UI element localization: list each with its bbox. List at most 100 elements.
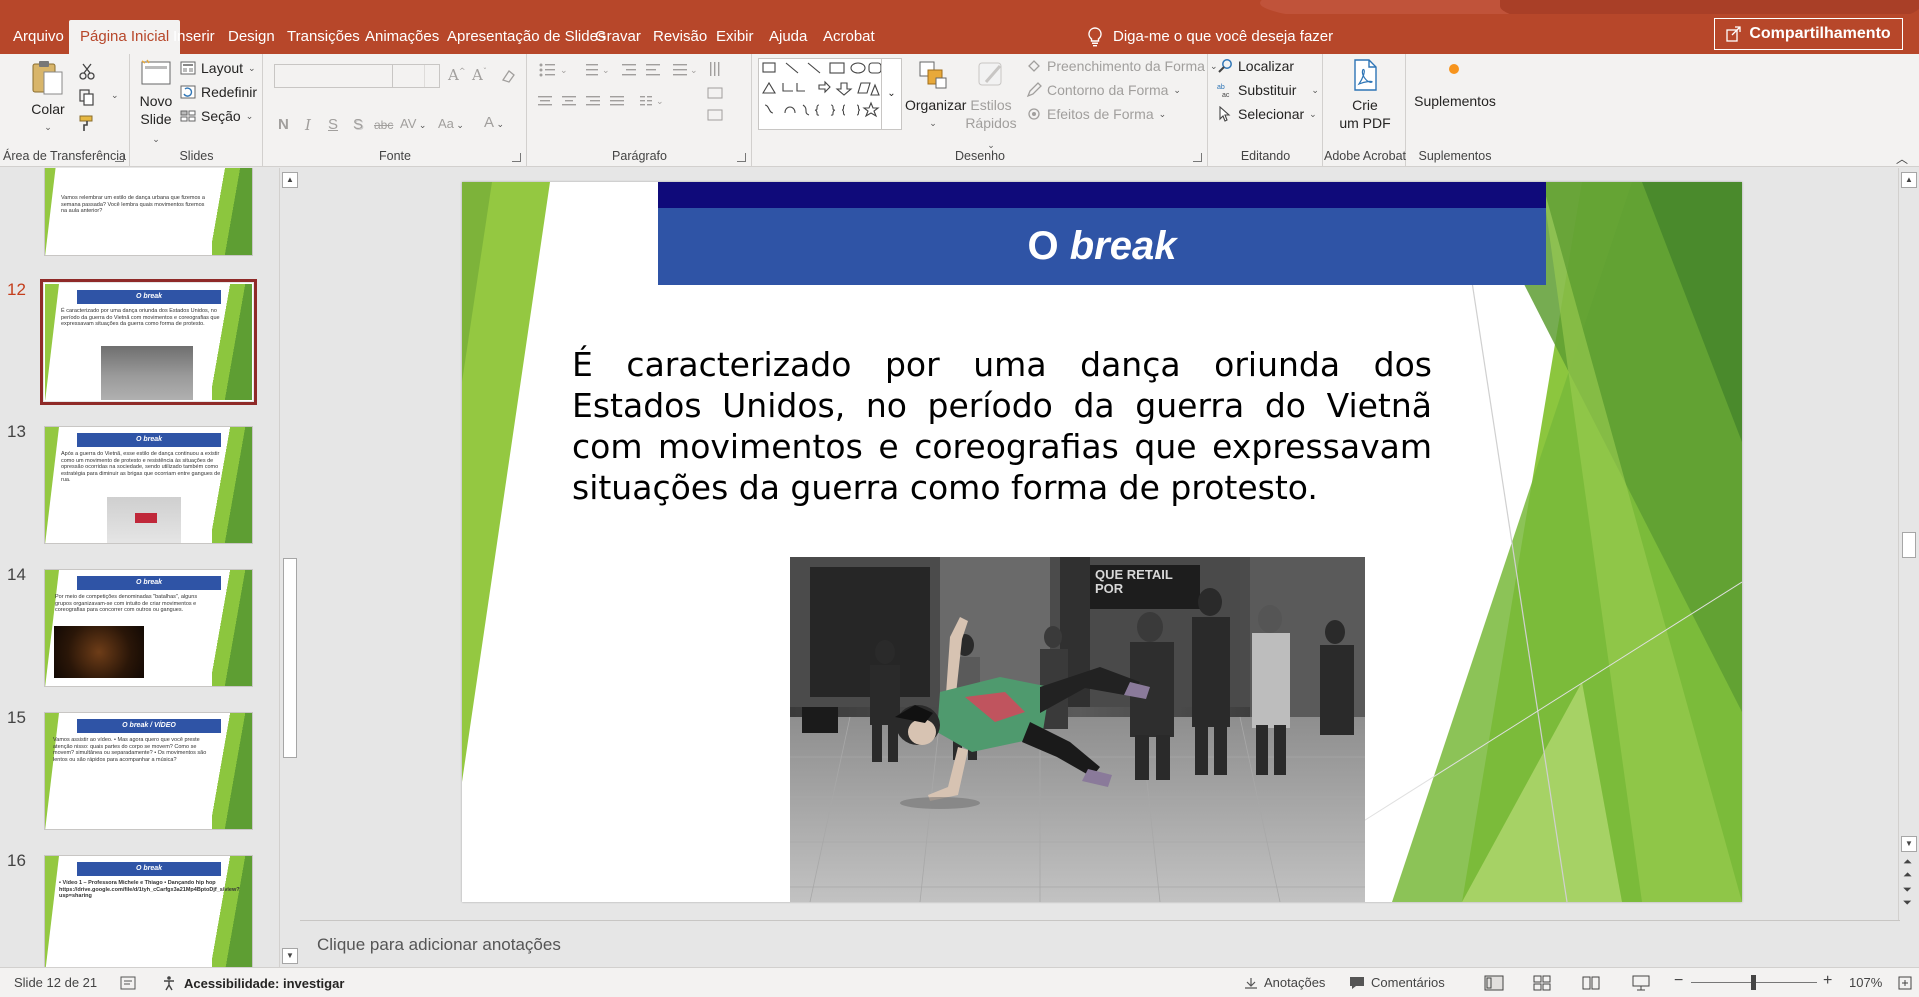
create-pdf-button[interactable]: Crie um PDF	[1332, 58, 1398, 132]
copy-icon[interactable]	[78, 88, 96, 106]
slide-sorter-icon[interactable]	[1533, 975, 1551, 991]
quick-styles-button[interactable]: Estilos Rápidos ⌄	[961, 58, 1021, 154]
slide-number: 12	[7, 280, 26, 299]
bold-button[interactable]: N	[278, 116, 289, 133]
current-slide[interactable]: O break É caracterizado por uma dança or…	[462, 182, 1742, 902]
zoom-in-icon[interactable]: +	[1823, 972, 1832, 990]
fit-to-window-icon[interactable]	[1897, 975, 1913, 991]
dialog-launcher-icon[interactable]	[1193, 153, 1202, 162]
ribbon: Colar ⌄ ⌄ Área de Transferência Novo Sli…	[0, 54, 1919, 167]
slide-body-text[interactable]: É caracterizado por uma dança oriunda do…	[572, 344, 1432, 508]
paint-bucket-icon	[1028, 60, 1040, 72]
slide-title[interactable]: O break	[658, 208, 1546, 285]
scroll-up-icon[interactable]: ▲	[1901, 172, 1917, 188]
cursor-arrow-icon	[1219, 106, 1231, 122]
new-slide-icon	[141, 59, 171, 85]
chevron-down-icon: ⌄	[44, 122, 52, 132]
share-icon	[1726, 26, 1741, 42]
next-slide-icon[interactable]: ⏷ ⏷	[1903, 884, 1912, 910]
slide-thumbnail-16[interactable]: O break • Vídeo 1 – Professora Michele e…	[44, 855, 253, 967]
clear-formatting-icon[interactable]	[500, 68, 516, 84]
accessibility-status[interactable]: Acessibilidade: investigar	[162, 975, 344, 991]
shadow-button[interactable]: S	[353, 116, 363, 133]
notes-toggle[interactable]: Anotações	[1244, 975, 1325, 990]
editing-group-label: Editando	[1240, 149, 1291, 163]
strikethrough-button[interactable]: abc	[374, 118, 393, 132]
slides-group-label: Slides	[179, 149, 214, 163]
font-size-combo[interactable]	[392, 64, 440, 88]
pdf-icon	[1354, 59, 1377, 91]
decrease-font-icon[interactable]: Aˇ	[472, 66, 487, 84]
italic-button[interactable]: I	[305, 116, 311, 134]
addins-button[interactable]: Suplementos	[1409, 58, 1501, 110]
slide-thumbnail-12[interactable]: O break É caracterizado por uma dança or…	[40, 279, 257, 405]
replace-button[interactable]: ab ac Substituir ⌄	[1217, 82, 1319, 98]
shapes-more-icon[interactable]: ⌄	[881, 59, 901, 129]
notes-pane[interactable]: Clique para adicionar anotações	[300, 920, 1900, 967]
editor-scrollbar[interactable]: ▲ ▼ ⏶ ⏶ ⏷ ⏷	[1898, 168, 1919, 967]
comments-toggle[interactable]: Comentários	[1349, 975, 1445, 990]
scroll-down-icon[interactable]: ▼	[1901, 836, 1917, 852]
zoom-out-icon[interactable]: −	[1674, 972, 1683, 990]
breakdancer-photo[interactable]: QUE RETAIL POR	[790, 557, 1365, 902]
increase-font-icon[interactable]: A^	[448, 66, 466, 84]
slide-thumbnail-14[interactable]: O break Por meio de competições denomina…	[44, 569, 253, 687]
reset-button[interactable]: Redefinir	[180, 84, 257, 100]
dialog-launcher-icon[interactable]	[737, 153, 746, 162]
organize-button[interactable]: Organizar ⌄	[905, 58, 967, 132]
thumbnail-scrollbar[interactable]: ▲ ▼	[279, 168, 299, 967]
slide-thumbnail-15[interactable]: O break / VÍDEO Vamos assistir ao vídeo.…	[44, 712, 253, 830]
chevron-down-icon[interactable]: ⌄	[111, 90, 119, 101]
bullets-icon[interactable]: ⌄ ⌄ ⌄ ⌄	[538, 60, 738, 140]
dialog-launcher-icon[interactable]	[115, 153, 124, 162]
notes-icon	[1245, 977, 1257, 989]
cut-icon[interactable]	[78, 62, 96, 80]
tab-exibir[interactable]: Exibir	[705, 20, 765, 54]
slide-thumbnail-13[interactable]: O break Após a guerra do Vietnã, esse es…	[44, 426, 253, 544]
format-painter-icon[interactable]	[78, 114, 96, 132]
tab-arquivo[interactable]: Arquivo	[2, 20, 75, 54]
share-button[interactable]: Compartilhamento	[1714, 18, 1903, 50]
slideshow-icon[interactable]	[1632, 975, 1650, 991]
reset-label: Redefinir	[201, 84, 258, 100]
tab-acrobat[interactable]: Acrobat	[812, 20, 886, 54]
paste-button[interactable]: Colar ⌄	[22, 58, 74, 136]
char-spacing-button[interactable]: AV ⌄	[400, 116, 426, 131]
find-button[interactable]: Localizar	[1217, 58, 1294, 74]
section-button[interactable]: Seção ⌄	[180, 108, 253, 124]
shape-outline-label: Contorno da Forma	[1047, 82, 1169, 98]
comments-label: Comentários	[1371, 975, 1445, 990]
spellcheck-icon[interactable]	[120, 976, 136, 990]
breakdancer-photo-art: QUE RETAIL POR	[790, 557, 1365, 902]
select-button[interactable]: Selecionar ⌄	[1217, 106, 1317, 122]
scroll-thumb[interactable]	[1902, 532, 1916, 558]
previous-slide-icon[interactable]: ⏶ ⏶	[1903, 856, 1912, 882]
zoom-slider-knob[interactable]	[1751, 975, 1756, 990]
scroll-up-icon[interactable]: ▲	[282, 172, 298, 188]
char-spacing-label: AV	[400, 116, 417, 131]
shape-effects-button[interactable]: Efeitos de Forma ⌄	[1026, 106, 1166, 122]
slide-thumbnail-11[interactable]: Vamos relembrar um estilo de dança urban…	[44, 168, 253, 256]
thumb-text: Vamos assistir ao vídeo. • Mas agora que…	[53, 737, 207, 763]
scroll-down-icon[interactable]: ▼	[282, 948, 298, 964]
dialog-launcher-icon[interactable]	[512, 153, 521, 162]
organize-label: Organizar	[905, 97, 967, 113]
zoom-level[interactable]: 107%	[1849, 975, 1882, 990]
shape-outline-button[interactable]: Contorno da Forma ⌄	[1026, 82, 1181, 98]
chevron-down-icon: ⌄	[1158, 108, 1167, 119]
collapse-ribbon-icon[interactable]: ︿	[1896, 150, 1908, 167]
new-slide-button[interactable]: Novo Slide ⌄	[136, 58, 176, 148]
layout-button[interactable]: Layout ⌄	[180, 60, 256, 76]
group-font: A^ Aˇ N I S S abc AV ⌄ Aa ⌄ A ⌄ Fonte	[264, 54, 527, 167]
normal-view-icon[interactable]	[1484, 975, 1504, 991]
change-case-button[interactable]: Aa ⌄	[438, 116, 464, 131]
scroll-thumb[interactable]	[283, 558, 297, 758]
font-color-button[interactable]: A ⌄	[484, 114, 504, 131]
thumb-text: • Vídeo 1 – Professora Michele e Thiago …	[59, 880, 240, 899]
tab-ajuda[interactable]: Ajuda	[758, 20, 818, 54]
shape-fill-button[interactable]: Preenchimento da Forma ⌄	[1026, 58, 1218, 74]
shapes-gallery[interactable]: ⌄	[758, 58, 902, 130]
reading-view-icon[interactable]	[1582, 975, 1600, 991]
underline-button[interactable]: S	[328, 116, 338, 133]
tell-me-box[interactable]: Diga-me o que você deseja fazer	[1087, 20, 1333, 54]
